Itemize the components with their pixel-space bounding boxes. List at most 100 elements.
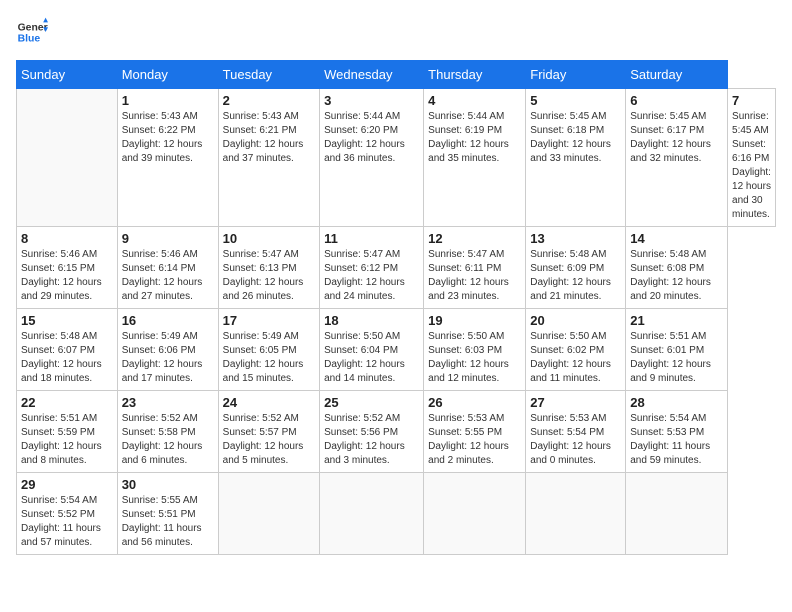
calendar-cell: 12 Sunrise: 5:47 AM Sunset: 6:11 PM Dayli… xyxy=(424,227,526,309)
day-info: Sunrise: 5:44 AM Sunset: 6:19 PM Dayligh… xyxy=(428,110,521,166)
day-number: 25 xyxy=(324,395,419,410)
calendar-cell: 18 Sunrise: 5:50 AM Sunset: 6:04 PM Dayli… xyxy=(320,309,424,391)
svg-text:General: General xyxy=(18,22,48,33)
calendar-cell: 4 Sunrise: 5:44 AM Sunset: 6:19 PM Daylig… xyxy=(424,89,526,227)
calendar-cell: 3 Sunrise: 5:44 AM Sunset: 6:20 PM Daylig… xyxy=(320,89,424,227)
day-number: 20 xyxy=(530,313,621,328)
calendar-cell: 28 Sunrise: 5:54 AM Sunset: 5:53 PM Dayli… xyxy=(626,391,728,473)
day-info: Sunrise: 5:44 AM Sunset: 6:20 PM Dayligh… xyxy=(324,110,419,166)
day-number: 18 xyxy=(324,313,419,328)
calendar-week-4: 22 Sunrise: 5:51 AM Sunset: 5:59 PM Dayli… xyxy=(17,391,776,473)
calendar-header-monday: Monday xyxy=(117,61,218,89)
calendar-header-tuesday: Tuesday xyxy=(218,61,319,89)
day-number: 2 xyxy=(223,93,315,108)
day-info: Sunrise: 5:49 AM Sunset: 6:05 PM Dayligh… xyxy=(223,330,315,386)
day-number: 24 xyxy=(223,395,315,410)
calendar-cell: 8 Sunrise: 5:46 AM Sunset: 6:15 PM Daylig… xyxy=(17,227,118,309)
day-info: Sunrise: 5:47 AM Sunset: 6:11 PM Dayligh… xyxy=(428,248,521,304)
calendar-cell: 13 Sunrise: 5:48 AM Sunset: 6:09 PM Dayli… xyxy=(526,227,626,309)
calendar-cell: 1Sunrise: 5:43 AM Sunset: 6:22 PM Daylig… xyxy=(117,89,218,227)
day-number: 8 xyxy=(21,231,113,246)
day-info: Sunrise: 5:51 AM Sunset: 6:01 PM Dayligh… xyxy=(630,330,723,386)
day-info: Sunrise: 5:55 AM Sunset: 5:51 PM Dayligh… xyxy=(122,494,214,550)
day-info: Sunrise: 5:49 AM Sunset: 6:06 PM Dayligh… xyxy=(122,330,214,386)
calendar-cell: 24 Sunrise: 5:52 AM Sunset: 5:57 PM Dayli… xyxy=(218,391,319,473)
day-number: 13 xyxy=(530,231,621,246)
calendar-week-2: 8 Sunrise: 5:46 AM Sunset: 6:15 PM Daylig… xyxy=(17,227,776,309)
day-info: Sunrise: 5:54 AM Sunset: 5:53 PM Dayligh… xyxy=(630,412,723,468)
day-info: Sunrise: 5:50 AM Sunset: 6:03 PM Dayligh… xyxy=(428,330,521,386)
day-info: Sunrise: 5:48 AM Sunset: 6:09 PM Dayligh… xyxy=(530,248,621,304)
day-number: 27 xyxy=(530,395,621,410)
calendar-cell xyxy=(17,89,118,227)
calendar-cell: 21Sunrise: 5:51 AM Sunset: 6:01 PM Dayli… xyxy=(626,309,728,391)
logo: General Blue xyxy=(16,16,52,48)
day-info: Sunrise: 5:46 AM Sunset: 6:15 PM Dayligh… xyxy=(21,248,113,304)
calendar-cell xyxy=(320,473,424,555)
day-info: Sunrise: 5:52 AM Sunset: 5:56 PM Dayligh… xyxy=(324,412,419,468)
day-number: 30 xyxy=(122,477,214,492)
calendar-cell: 7 Sunrise: 5:45 AM Sunset: 6:16 PM Daylig… xyxy=(728,89,776,227)
day-info: Sunrise: 5:45 AM Sunset: 6:16 PM Dayligh… xyxy=(732,110,771,222)
calendar-cell: 10Sunrise: 5:47 AM Sunset: 6:13 PM Dayli… xyxy=(218,227,319,309)
calendar-cell: 14 Sunrise: 5:48 AM Sunset: 6:08 PM Dayli… xyxy=(626,227,728,309)
day-number: 7 xyxy=(732,93,771,108)
calendar-cell xyxy=(626,473,728,555)
day-number: 28 xyxy=(630,395,723,410)
day-info: Sunrise: 5:45 AM Sunset: 6:18 PM Dayligh… xyxy=(530,110,621,166)
calendar-cell: 5 Sunrise: 5:45 AM Sunset: 6:18 PM Daylig… xyxy=(526,89,626,227)
calendar-cell: 25 Sunrise: 5:52 AM Sunset: 5:56 PM Dayli… xyxy=(320,391,424,473)
calendar-header-thursday: Thursday xyxy=(424,61,526,89)
day-number: 26 xyxy=(428,395,521,410)
calendar-table: SundayMondayTuesdayWednesdayThursdayFrid… xyxy=(16,60,776,555)
day-info: Sunrise: 5:46 AM Sunset: 6:14 PM Dayligh… xyxy=(122,248,214,304)
calendar-cell: 16 Sunrise: 5:49 AM Sunset: 6:06 PM Dayli… xyxy=(117,309,218,391)
day-info: Sunrise: 5:52 AM Sunset: 5:58 PM Dayligh… xyxy=(122,412,214,468)
day-number: 16 xyxy=(122,313,214,328)
day-number: 3 xyxy=(324,93,419,108)
day-number: 6 xyxy=(630,93,723,108)
day-number: 15 xyxy=(21,313,113,328)
calendar-cell xyxy=(218,473,319,555)
day-number: 12 xyxy=(428,231,521,246)
calendar-header-friday: Friday xyxy=(526,61,626,89)
day-info: Sunrise: 5:53 AM Sunset: 5:54 PM Dayligh… xyxy=(530,412,621,468)
day-info: Sunrise: 5:48 AM Sunset: 6:07 PM Dayligh… xyxy=(21,330,113,386)
calendar-cell: 20 Sunrise: 5:50 AM Sunset: 6:02 PM Dayli… xyxy=(526,309,626,391)
day-info: Sunrise: 5:52 AM Sunset: 5:57 PM Dayligh… xyxy=(223,412,315,468)
day-number: 23 xyxy=(122,395,214,410)
day-number: 14 xyxy=(630,231,723,246)
calendar-cell: 6 Sunrise: 5:45 AM Sunset: 6:17 PM Daylig… xyxy=(626,89,728,227)
day-number: 11 xyxy=(324,231,419,246)
calendar-week-5: 29 Sunrise: 5:54 AM Sunset: 5:52 PM Dayli… xyxy=(17,473,776,555)
calendar-header-sunday: Sunday xyxy=(17,61,118,89)
calendar-cell: 17 Sunrise: 5:49 AM Sunset: 6:05 PM Dayli… xyxy=(218,309,319,391)
calendar-cell xyxy=(526,473,626,555)
calendar-cell: 2Sunrise: 5:43 AM Sunset: 6:21 PM Daylig… xyxy=(218,89,319,227)
day-number: 22 xyxy=(21,395,113,410)
day-info: Sunrise: 5:43 AM Sunset: 6:22 PM Dayligh… xyxy=(122,110,214,166)
calendar-cell: 27 Sunrise: 5:53 AM Sunset: 5:54 PM Dayli… xyxy=(526,391,626,473)
calendar-cell: 15 Sunrise: 5:48 AM Sunset: 6:07 PM Dayli… xyxy=(17,309,118,391)
calendar-cell: 26Sunrise: 5:53 AM Sunset: 5:55 PM Dayli… xyxy=(424,391,526,473)
day-info: Sunrise: 5:54 AM Sunset: 5:52 PM Dayligh… xyxy=(21,494,113,550)
day-number: 4 xyxy=(428,93,521,108)
day-info: Sunrise: 5:50 AM Sunset: 6:04 PM Dayligh… xyxy=(324,330,419,386)
day-number: 9 xyxy=(122,231,214,246)
day-number: 17 xyxy=(223,313,315,328)
day-info: Sunrise: 5:51 AM Sunset: 5:59 PM Dayligh… xyxy=(21,412,113,468)
logo-icon: General Blue xyxy=(16,16,48,48)
calendar-week-1: 1Sunrise: 5:43 AM Sunset: 6:22 PM Daylig… xyxy=(17,89,776,227)
day-info: Sunrise: 5:50 AM Sunset: 6:02 PM Dayligh… xyxy=(530,330,621,386)
calendar-cell xyxy=(424,473,526,555)
day-number: 5 xyxy=(530,93,621,108)
day-info: Sunrise: 5:47 AM Sunset: 6:13 PM Dayligh… xyxy=(223,248,315,304)
day-number: 29 xyxy=(21,477,113,492)
day-info: Sunrise: 5:48 AM Sunset: 6:08 PM Dayligh… xyxy=(630,248,723,304)
day-info: Sunrise: 5:47 AM Sunset: 6:12 PM Dayligh… xyxy=(324,248,419,304)
day-number: 19 xyxy=(428,313,521,328)
day-info: Sunrise: 5:45 AM Sunset: 6:17 PM Dayligh… xyxy=(630,110,723,166)
calendar-cell: 19 Sunrise: 5:50 AM Sunset: 6:03 PM Dayli… xyxy=(424,309,526,391)
calendar-header-row: SundayMondayTuesdayWednesdayThursdayFrid… xyxy=(17,61,776,89)
page-header: General Blue xyxy=(16,16,776,48)
